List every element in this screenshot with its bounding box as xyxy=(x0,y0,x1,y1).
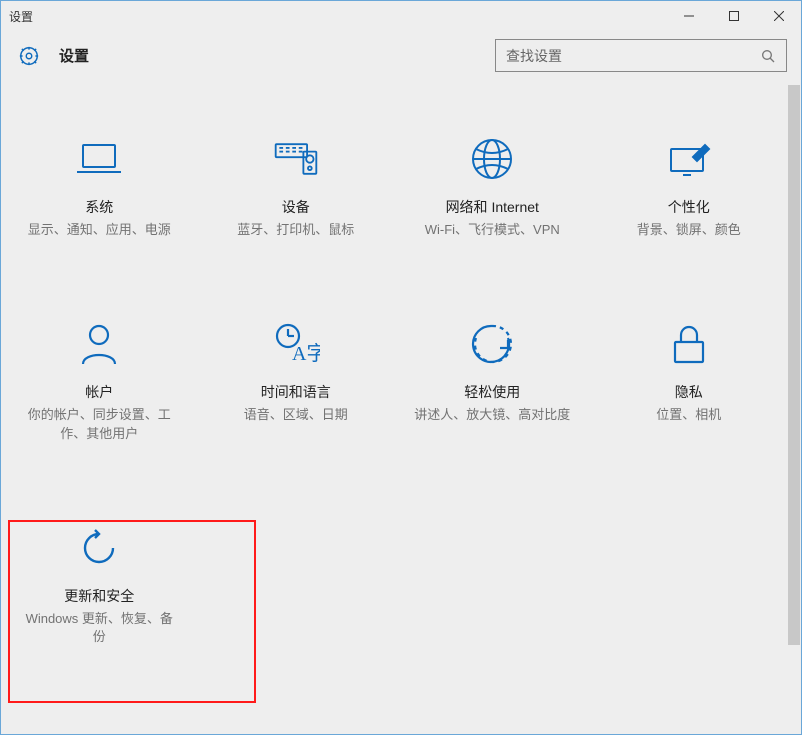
tile-system[interactable]: 系统 显示、通知、应用、电源 xyxy=(1,135,198,240)
tile-ease-of-access[interactable]: 轻松使用 讲述人、放大镜、高对比度 xyxy=(394,320,591,444)
search-input[interactable]: 查找设置 xyxy=(495,39,787,72)
settings-grid-container: 系统 显示、通知、应用、电源 设备 蓝牙、打印机、鼠标 xyxy=(1,85,787,734)
titlebar: 设置 xyxy=(1,1,801,31)
vertical-scrollbar[interactable] xyxy=(788,85,800,733)
tile-network[interactable]: 网络和 Internet Wi-Fi、飞行模式、VPN xyxy=(394,135,591,240)
close-button[interactable] xyxy=(756,2,801,30)
tile-title: 个性化 xyxy=(668,197,710,217)
search-icon xyxy=(760,48,776,64)
page-title: 设置 xyxy=(59,45,89,66)
tile-update-security[interactable]: 更新和安全 Windows 更新、恢复、备份 xyxy=(1,524,198,648)
window-title: 设置 xyxy=(9,8,33,25)
tile-desc: 讲述人、放大镜、高对比度 xyxy=(414,406,570,425)
lock-icon xyxy=(665,320,713,368)
settings-window: 设置 设置 查找设置 xyxy=(0,0,802,735)
tile-accounts[interactable]: 帐户 你的帐户、同步设置、工作、其他用户 xyxy=(1,320,198,444)
search-placeholder: 查找设置 xyxy=(506,46,760,66)
svg-text:A字: A字 xyxy=(292,342,320,365)
time-language-icon: A字 xyxy=(272,320,320,368)
tile-title: 系统 xyxy=(85,197,113,217)
tile-title: 设备 xyxy=(282,197,310,217)
tile-desc: 背景、锁屏、颜色 xyxy=(637,221,741,240)
tile-devices[interactable]: 设备 蓝牙、打印机、鼠标 xyxy=(198,135,395,240)
tile-desc: Wi-Fi、飞行模式、VPN xyxy=(425,221,560,240)
tile-desc: 语音、区域、日期 xyxy=(244,406,348,425)
tile-title: 时间和语言 xyxy=(261,382,331,402)
tile-title: 网络和 Internet xyxy=(446,197,539,217)
scrollbar-thumb[interactable] xyxy=(788,85,800,645)
user-icon xyxy=(75,320,123,368)
header: 设置 查找设置 xyxy=(1,31,801,90)
laptop-icon xyxy=(75,135,123,183)
tile-desc: 位置、相机 xyxy=(656,406,721,425)
tile-privacy[interactable]: 隐私 位置、相机 xyxy=(591,320,788,444)
update-icon xyxy=(75,524,123,572)
ease-of-access-icon xyxy=(468,320,516,368)
devices-icon xyxy=(272,135,320,183)
tile-desc: 蓝牙、打印机、鼠标 xyxy=(237,221,354,240)
tile-title: 更新和安全 xyxy=(64,586,134,606)
tile-time-language[interactable]: A字 时间和语言 语音、区域、日期 xyxy=(198,320,395,444)
tile-personalization[interactable]: 个性化 背景、锁屏、颜色 xyxy=(591,135,788,240)
tile-title: 帐户 xyxy=(85,382,113,402)
gear-icon xyxy=(15,42,43,70)
tile-title: 轻松使用 xyxy=(464,382,520,402)
minimize-button[interactable] xyxy=(666,2,711,30)
personalization-icon xyxy=(665,135,713,183)
globe-icon xyxy=(468,135,516,183)
tile-desc: Windows 更新、恢复、备份 xyxy=(19,610,179,648)
tile-desc: 你的帐户、同步设置、工作、其他用户 xyxy=(19,406,179,444)
tile-title: 隐私 xyxy=(675,382,703,402)
maximize-button[interactable] xyxy=(711,2,756,30)
tile-desc: 显示、通知、应用、电源 xyxy=(28,221,171,240)
